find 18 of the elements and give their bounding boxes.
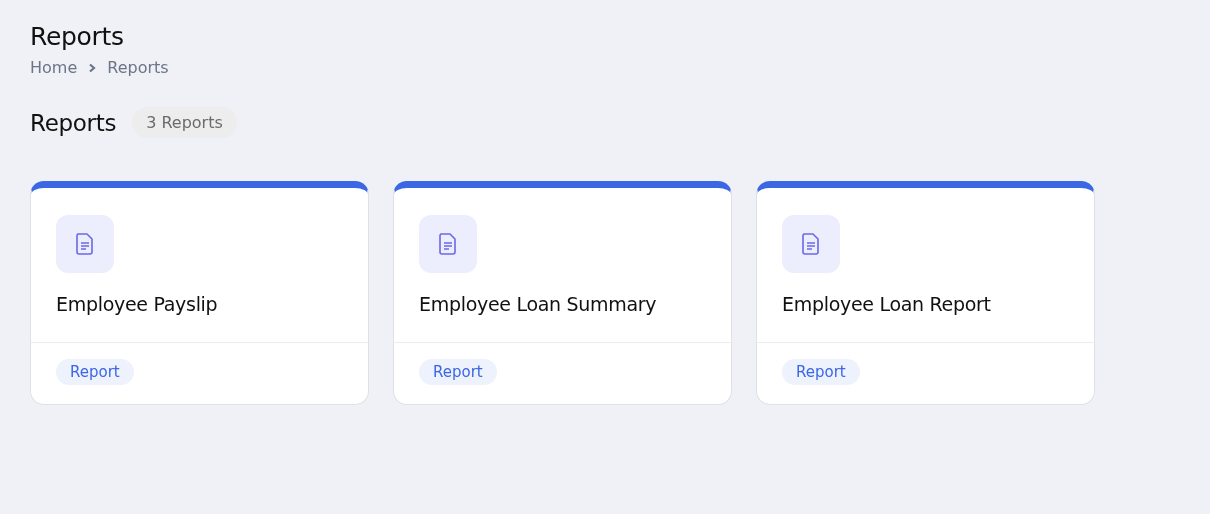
breadcrumb-link[interactable]: Home bbox=[30, 58, 78, 77]
card-title: Employee Loan Summary bbox=[419, 293, 658, 315]
report-card[interactable]: Employee Payslip Report bbox=[30, 181, 369, 405]
page-title: Reports bbox=[30, 21, 125, 53]
document-icon bbox=[782, 215, 840, 273]
report-tag: Report bbox=[56, 359, 134, 385]
section-title: Reports bbox=[30, 109, 117, 136]
card-title: Employee Payslip bbox=[56, 293, 219, 315]
chevron-icon bbox=[87, 62, 98, 73]
breadcrumb-link[interactable]: Reports bbox=[107, 58, 169, 77]
card-title: Employee Loan Report bbox=[782, 293, 992, 315]
document-icon bbox=[56, 215, 114, 273]
report-card[interactable]: Employee Loan Summary Report bbox=[393, 181, 732, 405]
report-tag: Report bbox=[782, 359, 860, 385]
document-icon bbox=[419, 215, 477, 273]
report-card[interactable]: Employee Loan Report Report bbox=[756, 181, 1095, 405]
count-badge: 3 Reports bbox=[132, 107, 237, 138]
report-tag: Report bbox=[419, 359, 497, 385]
